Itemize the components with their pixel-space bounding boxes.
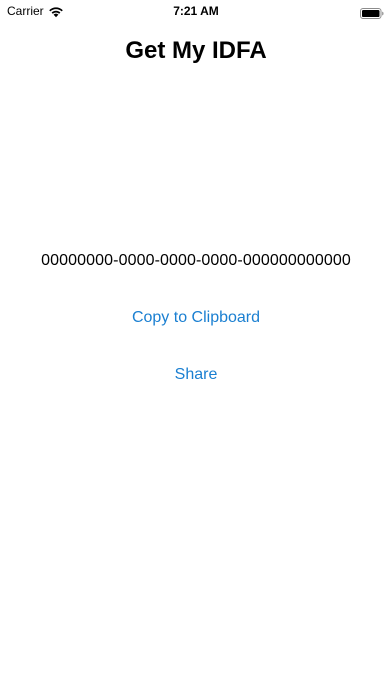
status-time: 7:21 AM	[173, 4, 219, 18]
status-bar: Carrier 7:21 AM	[0, 0, 392, 22]
share-button[interactable]: Share	[0, 363, 392, 387]
page-title: Get My IDFA	[125, 37, 267, 64]
copy-to-clipboard-button[interactable]: Copy to Clipboard	[0, 306, 392, 330]
idfa-value: 00000000-0000-0000-0000-000000000000	[41, 252, 351, 269]
battery-icon	[360, 6, 384, 19]
